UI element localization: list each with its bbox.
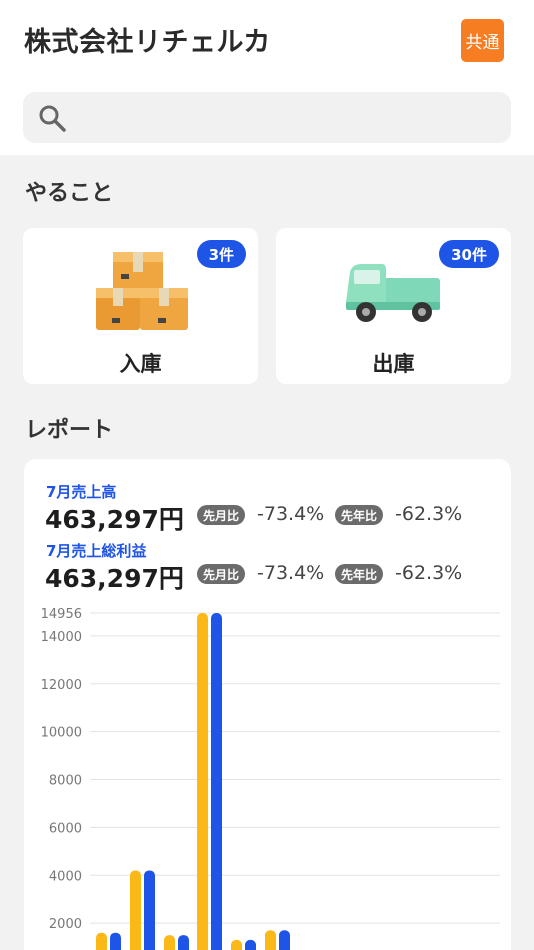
chart-bar[interactable] bbox=[245, 939, 256, 950]
task-card-inbound[interactable]: 3件 入庫 bbox=[23, 228, 258, 384]
inbound-label: 入庫 bbox=[119, 352, 162, 376]
todo-section-title: やること bbox=[25, 181, 114, 206]
common-badge-button[interactable]: 共通 bbox=[461, 19, 504, 62]
inbound-count-badge: 3件 bbox=[196, 240, 246, 268]
search-input[interactable] bbox=[79, 92, 499, 143]
y-tick-label: 14000 bbox=[41, 630, 82, 645]
sales-mom-pill: 先月比 bbox=[197, 505, 246, 525]
outbound-label: 出庫 bbox=[372, 352, 415, 376]
chart-bar[interactable] bbox=[211, 613, 222, 950]
y-tick-label: 2000 bbox=[49, 917, 82, 932]
profit-mom-value: -73.4% bbox=[257, 562, 325, 584]
chart-bar[interactable] bbox=[144, 870, 155, 950]
chart-bar[interactable] bbox=[197, 613, 208, 950]
search-icon bbox=[39, 105, 66, 132]
sales-yoy-value: -62.3% bbox=[395, 503, 463, 525]
profit-label: 7月売上総利益 bbox=[46, 542, 147, 560]
sales-mom-value: -73.4% bbox=[257, 503, 325, 525]
outbound-count-badge: 30件 bbox=[439, 240, 499, 268]
y-tick-label: 14956 bbox=[41, 607, 82, 622]
chart-bar[interactable] bbox=[164, 935, 175, 950]
sales-label: 7月売上高 bbox=[46, 483, 117, 501]
y-tick-label: 10000 bbox=[41, 726, 82, 741]
profit-mom-pill: 先月比 bbox=[197, 564, 246, 584]
report-section-title: レポート bbox=[25, 418, 114, 443]
sales-yoy-pill: 先年比 bbox=[335, 505, 384, 525]
app-header: 株式会社リチェルカ 共通 bbox=[0, 0, 534, 155]
y-tick-label: 6000 bbox=[49, 821, 82, 836]
search-bar[interactable] bbox=[23, 92, 511, 143]
truck-icon bbox=[346, 264, 440, 322]
sales-value: 463,297円 bbox=[45, 505, 184, 534]
report-card: 7月売上高 463,297円 先月比 -73.4% 先年比 -62.3% 7月売… bbox=[24, 459, 511, 950]
company-name: 株式会社リチェルカ bbox=[24, 27, 271, 58]
chart-bar[interactable] bbox=[231, 939, 242, 950]
y-tick-label: 8000 bbox=[49, 774, 82, 789]
chart-bar[interactable] bbox=[110, 932, 121, 950]
chart-bar[interactable] bbox=[279, 930, 290, 950]
profit-value: 463,297円 bbox=[45, 564, 184, 593]
chart-bar[interactable] bbox=[96, 932, 107, 950]
chart-bar[interactable] bbox=[265, 930, 276, 950]
chart-bar[interactable] bbox=[130, 870, 141, 950]
profit-yoy-value: -62.3% bbox=[395, 562, 463, 584]
boxes-icon bbox=[96, 252, 188, 330]
task-card-outbound[interactable]: 30件 出庫 bbox=[276, 228, 511, 384]
y-tick-label: 4000 bbox=[49, 869, 82, 884]
profit-yoy-pill: 先年比 bbox=[335, 564, 384, 584]
chart-bar[interactable] bbox=[178, 935, 189, 950]
sales-chart: 2000 4000 6000 8000 10000 12000 14000 14956 bbox=[41, 607, 500, 950]
y-tick-label: 12000 bbox=[41, 678, 82, 693]
